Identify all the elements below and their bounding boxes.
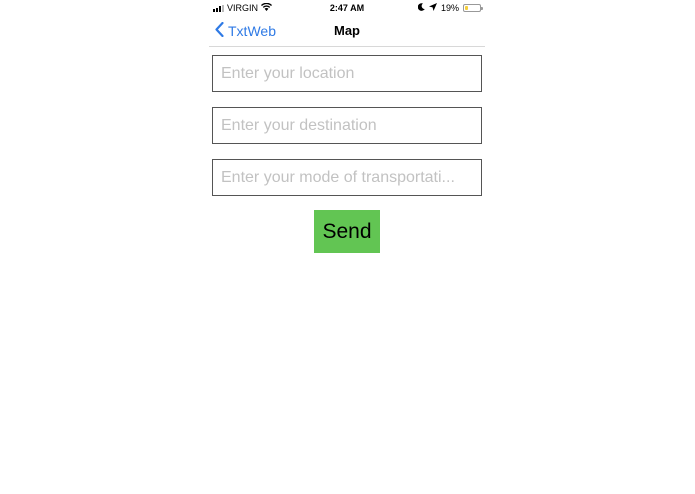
location-arrow-icon <box>428 3 437 13</box>
status-bar: VIRGIN 2:47 AM 19% <box>209 0 485 16</box>
battery-icon <box>463 4 483 12</box>
transportation-mode-input[interactable] <box>212 159 482 196</box>
send-button[interactable]: Send <box>314 210 380 253</box>
destination-input[interactable] <box>212 107 482 144</box>
location-input[interactable] <box>212 55 482 92</box>
battery-percent: 19% <box>440 3 459 13</box>
status-right: 19% <box>417 3 483 13</box>
page-title: Map <box>334 23 360 38</box>
navigation-bar: TxtWeb Map <box>209 16 485 47</box>
moon-icon <box>417 3 425 13</box>
phone-screen: VIRGIN 2:47 AM 19% TxtWeb Map Sen <box>209 0 485 494</box>
